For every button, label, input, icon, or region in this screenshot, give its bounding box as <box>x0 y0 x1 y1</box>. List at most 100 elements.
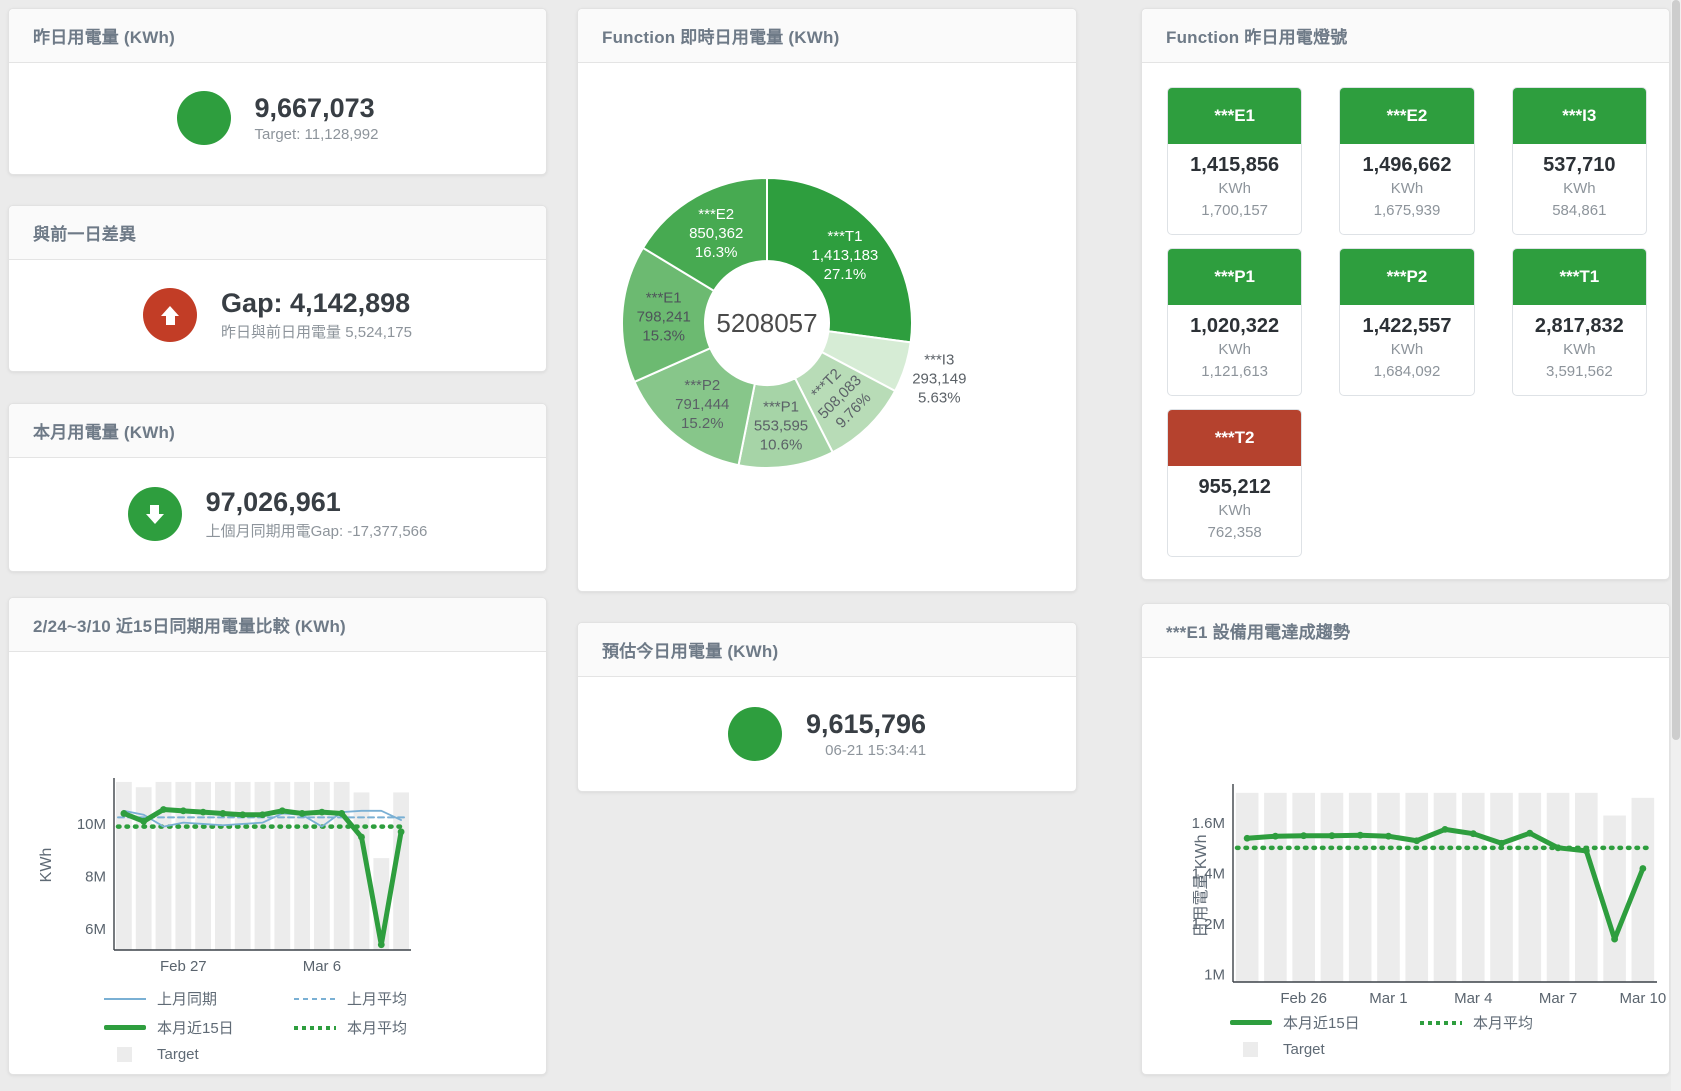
device-tile-name: ***E2 <box>1387 106 1428 126</box>
month-usage-value: 97,026,961 <box>206 487 428 517</box>
x-tick-label: Mar 10 <box>1620 990 1667 1007</box>
card-day-gap: 與前一日差異 Gap: 4,142,898 昨日與前日用電量 5,524,175 <box>8 205 547 372</box>
legend-item[interactable]: 上月同期 <box>104 988 294 1009</box>
device-tile-unit: KWh <box>1344 339 1469 361</box>
legend-item[interactable]: Target <box>104 1046 294 1063</box>
down-arrow-icon <box>128 487 182 541</box>
device-tile[interactable]: ***E1 1,415,856 KWh 1,700,157 <box>1167 87 1302 235</box>
device-tile-target: 762,358 <box>1172 522 1297 544</box>
target-bar <box>1603 816 1626 982</box>
target-bar <box>1575 793 1598 982</box>
legend-item[interactable]: 本月平均 <box>1420 1012 1610 1033</box>
device-tile[interactable]: ***P1 1,020,322 KWh 1,121,613 <box>1167 248 1302 396</box>
estimate-timestamp: 06-21 15:34:41 <box>806 742 926 759</box>
legend-item[interactable]: 上月平均 <box>294 988 484 1009</box>
legend-label: Target <box>1283 1041 1325 1058</box>
series-point <box>378 941 385 948</box>
device-tile-value: 1,020,322 <box>1172 313 1297 339</box>
device-tile-unit: KWh <box>1344 178 1469 200</box>
card-estimate-today: 預估今日用電量 (KWh) 9,615,796 06-21 15:34:41 <box>577 622 1077 792</box>
device-tile-target: 584,861 <box>1517 200 1642 222</box>
legend-item[interactable]: 本月平均 <box>294 1017 484 1038</box>
card-realtime-donut: Function 即時日用電量 (KWh) ***T11,413,18327.1… <box>577 8 1077 592</box>
device-tile-value: 1,496,662 <box>1344 152 1469 178</box>
trend15-chart[interactable]: 6M8M10MFeb 27Mar 6 <box>59 770 419 980</box>
card-title: 昨日用電量 (KWh) <box>9 9 546 63</box>
target-bar <box>1236 793 1259 982</box>
legend-label: 本月近15日 <box>157 1017 234 1038</box>
e1-trend-chart[interactable]: 1M1.2M1.4M1.6MFeb 26Mar 1Mar 4Mar 7Mar 1… <box>1187 777 1667 1012</box>
series-point <box>239 811 246 818</box>
device-tile-target: 1,121,613 <box>1172 361 1297 383</box>
device-tile[interactable]: ***T1 2,817,832 KWh 3,591,562 <box>1512 248 1647 396</box>
device-tile-unit: KWh <box>1172 500 1297 522</box>
device-tile-name: ***T1 <box>1559 267 1599 287</box>
series-point <box>1639 865 1646 872</box>
target-bar <box>215 782 231 950</box>
legend-label: Target <box>157 1046 199 1063</box>
donut-chart[interactable]: ***T11,413,18327.1%***I3293,1495.63%***T… <box>578 9 1076 591</box>
card-yesterday-lights: Function 昨日用電燈號 ***E1 1,415,856 KWh 1,70… <box>1141 8 1670 580</box>
series-point <box>160 806 167 813</box>
y-tick-label: 6M <box>85 921 106 938</box>
card-e1-trend-chart: ***E1 設備用電達成趨勢 日用電量 KWh 1M1.2M1.4M1.6MFe… <box>1141 603 1670 1075</box>
device-tile-unit: KWh <box>1172 339 1297 361</box>
target-bar <box>1490 793 1513 982</box>
target-bar <box>1321 793 1344 982</box>
series-point <box>1526 830 1533 837</box>
legend-swatch-dotted <box>1420 1021 1462 1025</box>
trend15-legend: 上月同期 上月平均 本月近15日 本月平均 Target <box>104 988 484 1071</box>
device-tile[interactable]: ***I3 537,710 KWh 584,861 <box>1512 87 1647 235</box>
dashboard-page: { "colors": { "green": "#2e9e3e", "red_a… <box>0 0 1681 1091</box>
y-tick-label: 10M <box>77 816 106 833</box>
legend-label: 上月平均 <box>347 988 407 1009</box>
yesterday-usage-value: 9,667,073 <box>255 93 379 123</box>
device-tile-unit: KWh <box>1517 178 1642 200</box>
series-point <box>140 818 147 825</box>
y-axis-label: KWh <box>38 835 56 895</box>
series-point <box>200 809 207 816</box>
legend-label: 本月平均 <box>347 1017 407 1038</box>
target-bar <box>136 787 152 950</box>
device-tile[interactable]: ***E2 1,496,662 KWh 1,675,939 <box>1339 87 1474 235</box>
device-tile[interactable]: ***P2 1,422,557 KWh 1,684,092 <box>1339 248 1474 396</box>
y-tick-label: 1.2M <box>1192 916 1225 933</box>
target-bar <box>235 782 251 950</box>
target-bar <box>116 782 132 950</box>
y-tick-label: 1.4M <box>1192 866 1225 883</box>
device-tile-name: ***E1 <box>1214 106 1255 126</box>
target-bar <box>274 782 290 950</box>
x-tick-label: Mar 6 <box>303 958 341 975</box>
legend-item[interactable]: 本月近15日 <box>1230 1012 1420 1033</box>
legend-item[interactable]: 本月近15日 <box>104 1017 294 1038</box>
donut-center-total: 5208057 <box>716 308 817 338</box>
device-tile-target: 1,700,157 <box>1172 200 1297 222</box>
legend-item[interactable]: Target <box>1230 1041 1420 1058</box>
card-title: 與前一日差異 <box>9 206 546 260</box>
legend-label: 本月近15日 <box>1283 1012 1360 1033</box>
series-point <box>220 810 227 817</box>
target-bar <box>195 782 211 950</box>
month-usage-gap: 上個月同期用電Gap: -17,377,566 <box>206 520 428 541</box>
legend-swatch-thick-line <box>1230 1020 1272 1025</box>
device-tile-target: 1,684,092 <box>1344 361 1469 383</box>
card-title: 預估今日用電量 (KWh) <box>578 623 1076 677</box>
device-tile-name: ***I3 <box>1562 106 1596 126</box>
series-point <box>279 807 286 814</box>
card-title: 本月用電量 (KWh) <box>9 404 546 458</box>
device-tile-value: 1,415,856 <box>1172 152 1297 178</box>
series-point <box>1329 832 1336 839</box>
legend-swatch-line <box>104 998 146 1000</box>
y-tick-label: 8M <box>85 868 106 885</box>
legend-swatch-thick-line <box>104 1025 146 1030</box>
day-gap-sub: 昨日與前日用電量 5,524,175 <box>221 321 412 342</box>
target-bar <box>175 782 191 950</box>
card-15day-compare-chart: 2/24~3/10 近15日同期用電量比較 (KWh) KWh 6M8M10MF… <box>8 597 547 1075</box>
series-point <box>1470 830 1477 837</box>
device-tile[interactable]: ***T2 955,212 KWh 762,358 <box>1167 409 1302 557</box>
target-bar <box>314 782 330 950</box>
series-point <box>1498 840 1505 847</box>
scrollbar-thumb[interactable] <box>1672 0 1680 740</box>
series-point <box>1385 833 1392 840</box>
device-tile-value: 537,710 <box>1517 152 1642 178</box>
